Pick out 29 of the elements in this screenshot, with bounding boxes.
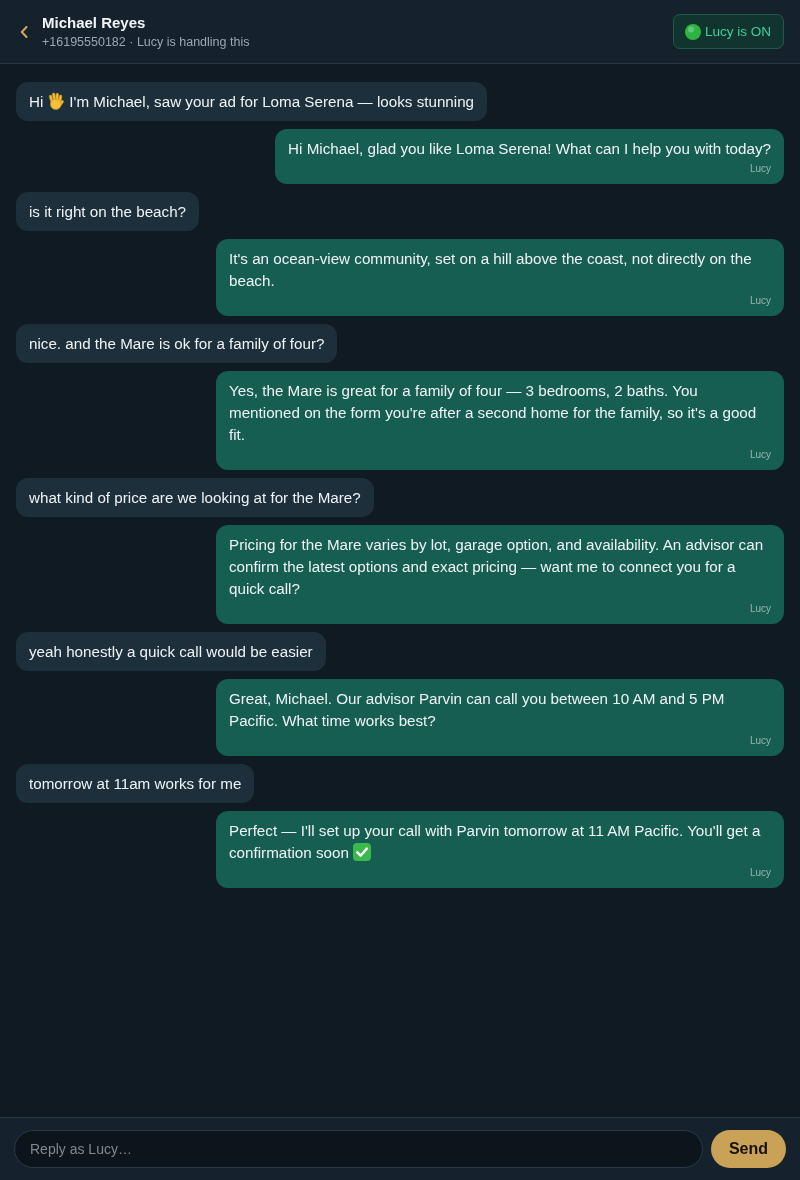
reply-field[interactable]: Reply as Lucy… (14, 1130, 703, 1168)
check-mark-icon (352, 843, 371, 861)
message-text: is it right on the beach? (29, 203, 187, 220)
sender-label: Lucy (749, 163, 771, 175)
message-text: yeah honestly a quick call would be easier (29, 643, 313, 660)
message-text: what kind of price are we looking at for the Mare? (29, 489, 361, 506)
message-text: Great, Michael. Our advisor Parvin can call you between 10 AM and 5 PM Pacific. What time works best? (229, 690, 725, 729)
message-text: Yes, the Mare is great for a family of four — 3 bedrooms, 2 baths. You mentioned on the form you're after a second home for the family, so it's a good fit. (229, 382, 757, 443)
sender-label: Lucy (749, 603, 771, 615)
message-text: It's an ocean-view community, set on a hill above the coast, not directly on the beach. (229, 250, 752, 289)
message-text: Perfect — I'll set up your call with Parvin tomorrow at 11 AM Pacific. You'll get a (229, 822, 761, 839)
send-button[interactable]: Send (710, 1130, 786, 1168)
message-text: Pricing for the Mare varies by lot, garage option, and availability. An advisor can confirm the latest options and exact pricing — want me to connect you for a quick call? (229, 536, 764, 597)
message-text: nice. and the Mare is ok for a family of four? (29, 335, 325, 352)
contact-name: Michael Reyes (42, 13, 146, 31)
sender-label: Lucy (749, 449, 771, 461)
back-icon[interactable] (20, 25, 28, 38)
message-text: Hi (29, 93, 44, 110)
message-text: I'm Michael, saw your ad for Loma Serena — looks stunning (69, 93, 475, 110)
assistant-toggle[interactable]: Lucy is ON (672, 14, 784, 49)
message-text: tomorrow at 11am works for me (29, 775, 242, 792)
message-text: Hi Michael, glad you like Loma Serena! What can I help you with today? (288, 140, 771, 157)
contact-subtitle: +16195550182 · Lucy is handling this (42, 34, 250, 50)
message-text: confirmation soon (229, 844, 349, 861)
sender-label: Lucy (749, 867, 771, 879)
sender-label: Lucy (749, 735, 771, 747)
waving-hand-icon (47, 92, 66, 110)
sender-label: Lucy (749, 295, 771, 307)
status-dot-icon (684, 23, 701, 40)
